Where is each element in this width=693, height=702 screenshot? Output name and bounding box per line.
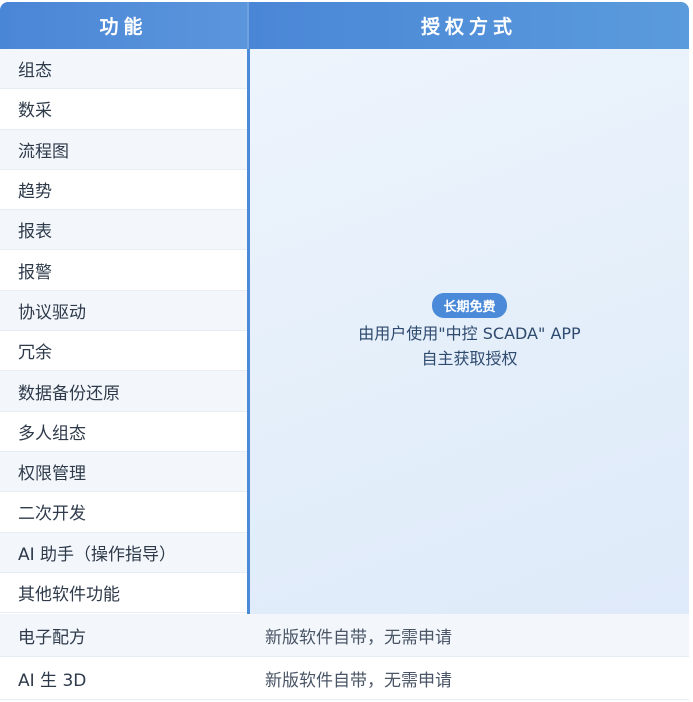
table-row: 报警 xyxy=(0,250,247,291)
table-header: 功能 授权方式 xyxy=(0,2,689,49)
auth-cell: 新版软件自带，无需申请 xyxy=(265,670,452,691)
table-row: 组态 xyxy=(0,49,247,90)
free-badge: 长期免费 xyxy=(432,292,507,318)
auth-line-1: 由用户使用"中控 SCADA" APP xyxy=(358,323,581,343)
table-row: 数据备份还原 xyxy=(0,371,247,412)
table-row: 权限管理 xyxy=(0,451,247,493)
feature-cell: AI 生 3D xyxy=(18,670,87,691)
license-table: 功能 授权方式 组态 数采 流程图 趋势 报表 报警 协议驱动 冗余 数据备份还… xyxy=(0,2,689,702)
feature-list: 组态 数采 流程图 趋势 报表 报警 协议驱动 冗余 数据备份还原 多人组态 权… xyxy=(0,49,247,614)
table-row: 二次开发 xyxy=(0,492,247,533)
header-function: 功能 xyxy=(0,2,247,49)
feature-cell: 电子配方 xyxy=(18,627,86,648)
table-row: AI 生 3D 新版软件自带，无需申请 xyxy=(0,657,689,700)
table-row: 冗余 xyxy=(0,331,247,372)
table-row: 流程图 xyxy=(0,129,247,170)
header-authorization: 授权方式 xyxy=(247,2,689,49)
table-row: 电子配方 新版软件自带，无需申请 xyxy=(0,614,689,657)
merged-authorization-cell: 长期免费 由用户使用"中控 SCADA" APP 自主获取授权 xyxy=(247,49,689,614)
table-row: 其他软件功能 xyxy=(0,572,247,614)
auth-line-2: 自主获取授权 xyxy=(421,348,518,368)
table-row: 多人组态 xyxy=(0,411,247,452)
table-row: 报表 xyxy=(0,210,247,251)
table-row: 数采 xyxy=(0,89,247,130)
table-row: 协议驱动 xyxy=(0,290,247,332)
table-row: AI 助手（操作指导） xyxy=(0,532,247,573)
table-row: 趋势 xyxy=(0,169,247,211)
auth-cell: 新版软件自带，无需申请 xyxy=(265,627,452,648)
